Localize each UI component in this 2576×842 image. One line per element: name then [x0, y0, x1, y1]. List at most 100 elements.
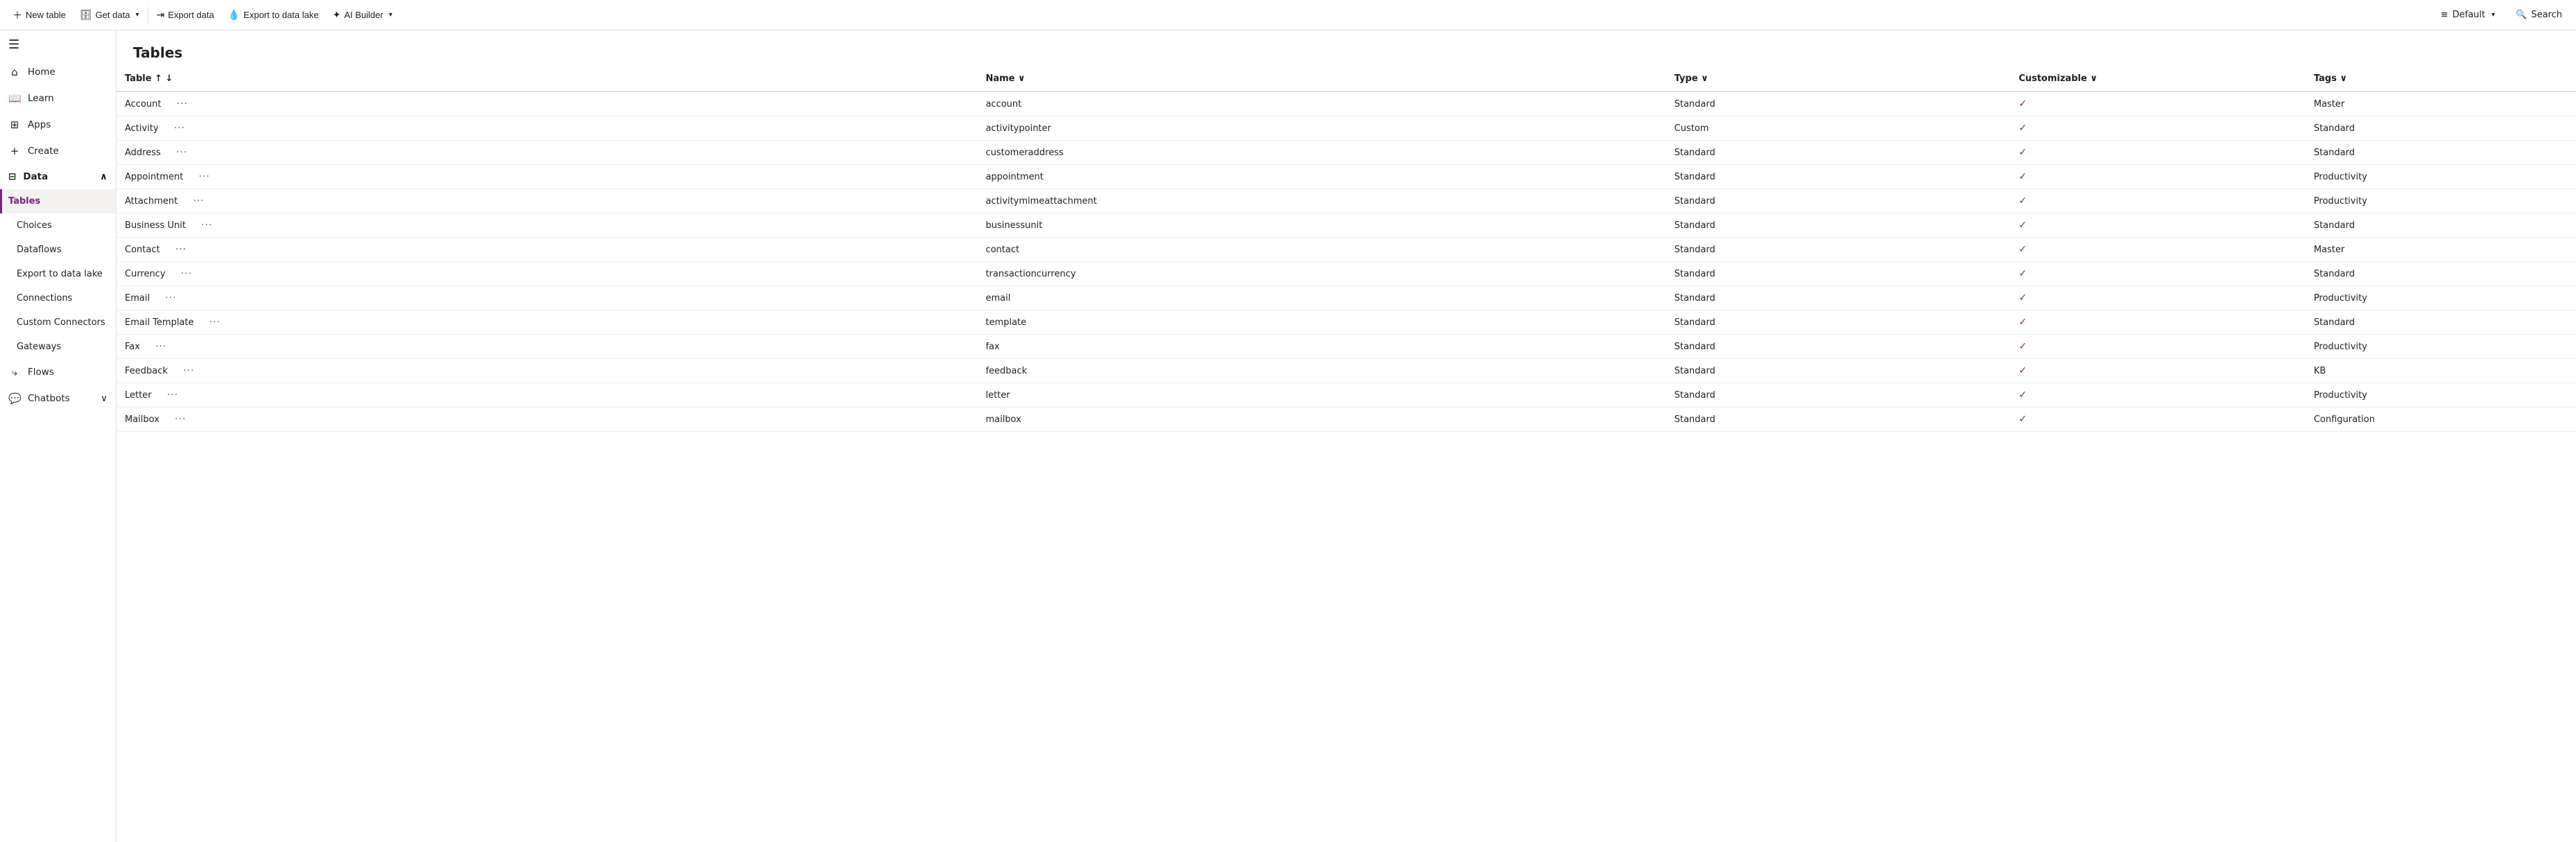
col-header-tags[interactable]: Tags ∨: [2306, 67, 2576, 91]
table-row[interactable]: Currency ··· transactioncurrency Standar…: [116, 262, 2576, 286]
sidebar-item-label: Apps: [28, 119, 51, 130]
row-menu-button[interactable]: ···: [172, 146, 191, 159]
home-icon: ⌂: [8, 66, 21, 78]
cell-table: Currency ···: [116, 262, 977, 286]
sidebar-item-export-lake[interactable]: Export to data lake: [0, 262, 116, 286]
check-icon: ✓: [2019, 292, 2027, 304]
search-button[interactable]: 🔍 Search: [2507, 6, 2570, 24]
col-header-type[interactable]: Type ∨: [1666, 67, 2011, 91]
table-row[interactable]: Contact ··· contact Standard ✓ Master: [116, 238, 2576, 262]
sidebar-section-data[interactable]: ⊟ Data ∧: [0, 164, 116, 189]
cell-type: Standard: [1666, 238, 2011, 262]
col-header-table[interactable]: Table ↑ ↓: [116, 67, 977, 91]
row-menu-button[interactable]: ···: [177, 267, 196, 281]
custom-sort-icon: ∨: [2090, 73, 2098, 84]
row-menu-button[interactable]: ···: [197, 218, 216, 232]
sidebar-item-custom-connectors[interactable]: Custom Connectors: [0, 310, 116, 335]
tables-table: Table ↑ ↓ Name ∨ Type ∨ Customizable ∨ T: [116, 67, 2576, 432]
cell-tags: Productivity: [2306, 189, 2576, 213]
sidebar-item-gateways[interactable]: Gateways: [0, 335, 116, 359]
row-menu-button[interactable]: ···: [205, 315, 225, 329]
cell-name: transactioncurrency: [977, 262, 1666, 286]
table-row[interactable]: Account ··· account Standard ✓ Master: [116, 91, 2576, 116]
table-row[interactable]: Mailbox ··· mailbox Standard ✓ Configura…: [116, 407, 2576, 432]
table-name: Attachment: [125, 196, 178, 207]
cell-customizable: ✓: [2010, 407, 2306, 432]
sidebar-section-label: Data: [23, 171, 48, 182]
row-menu-button[interactable]: ···: [171, 243, 191, 256]
check-icon: ✓: [2019, 365, 2027, 376]
sidebar-item-dataflows[interactable]: Dataflows: [0, 238, 116, 262]
table-row[interactable]: Fax ··· fax Standard ✓ Productivity: [116, 335, 2576, 359]
row-menu-button[interactable]: ···: [163, 388, 182, 402]
row-menu-button[interactable]: ···: [171, 412, 190, 426]
sidebar-item-learn[interactable]: 📖 Learn: [0, 85, 116, 112]
sidebar-item-choices[interactable]: Choices: [0, 213, 116, 238]
type-sort-icon: ∨: [1701, 73, 1709, 84]
sidebar-item-label: Choices: [17, 220, 52, 231]
table-row[interactable]: Email ··· email Standard ✓ Productivity: [116, 286, 2576, 310]
cell-name: appointment: [977, 165, 1666, 189]
ai-builder-button[interactable]: ✦ AI Builder ▾: [326, 5, 399, 25]
plus-icon: ＋: [12, 8, 22, 22]
cell-customizable: ✓: [2010, 91, 2306, 116]
row-menu-button[interactable]: ···: [161, 291, 180, 305]
sidebar-item-tables[interactable]: Tables: [0, 189, 116, 213]
table-row[interactable]: Activity ··· activitypointer Custom ✓ St…: [116, 116, 2576, 141]
row-menu-button[interactable]: ···: [173, 97, 192, 111]
new-table-button[interactable]: ＋ New table: [6, 4, 73, 26]
sidebar-item-label: Home: [28, 67, 55, 78]
apps-icon: ⊞: [8, 119, 21, 131]
chatbots-expand-icon: ∨: [101, 393, 107, 404]
cell-table: Address ···: [116, 141, 977, 165]
cell-type: Standard: [1666, 335, 2011, 359]
cell-customizable: ✓: [2010, 116, 2306, 141]
sidebar-item-flows[interactable]: ⤷ Flows: [0, 359, 116, 385]
cell-customizable: ✓: [2010, 213, 2306, 238]
default-button[interactable]: ≡ Default ▾: [2434, 6, 2502, 24]
row-menu-button[interactable]: ···: [179, 364, 198, 378]
check-icon: ✓: [2019, 317, 2027, 328]
sidebar-item-label: Learn: [28, 93, 54, 104]
table-sort-desc-icon: ↓: [166, 73, 173, 84]
row-menu-button[interactable]: ···: [170, 121, 189, 135]
table-row[interactable]: Address ··· customeraddress Standard ✓ S…: [116, 141, 2576, 165]
sidebar-item-home[interactable]: ⌂ Home: [0, 59, 116, 85]
cell-tags: Standard: [2306, 262, 2576, 286]
sidebar-item-label: Tables: [8, 196, 40, 207]
col-header-customizable[interactable]: Customizable ∨: [2010, 67, 2306, 91]
table-row[interactable]: Email Template ··· template Standard ✓ S…: [116, 310, 2576, 335]
hamburger-button[interactable]: ☰: [0, 30, 116, 59]
cell-table: Account ···: [116, 91, 977, 116]
cell-table: Letter ···: [116, 383, 977, 407]
database-icon: 🗄: [80, 9, 92, 21]
sidebar-item-create[interactable]: + Create: [0, 138, 116, 164]
sidebar-item-chatbots[interactable]: 💬 Chatbots ∨: [0, 385, 116, 412]
lake-icon: 💧: [228, 9, 240, 21]
sidebar-item-apps[interactable]: ⊞ Apps: [0, 112, 116, 138]
row-menu-button[interactable]: ···: [194, 170, 214, 184]
table-row[interactable]: Feedback ··· feedback Standard ✓ KB: [116, 359, 2576, 383]
table-row[interactable]: Appointment ··· appointment Standard ✓ P…: [116, 165, 2576, 189]
table-row[interactable]: Attachment ··· activitymimeattachment St…: [116, 189, 2576, 213]
export-lake-button[interactable]: 💧 Export to data lake: [221, 5, 326, 25]
main-content: Tables Table ↑ ↓ Name ∨ Type ∨: [116, 30, 2576, 842]
table-name: Fax: [125, 342, 140, 352]
cell-customizable: ✓: [2010, 141, 2306, 165]
cell-name: activitymimeattachment: [977, 189, 1666, 213]
table-row[interactable]: Business Unit ··· businessunit Standard …: [116, 213, 2576, 238]
cell-type: Standard: [1666, 91, 2011, 116]
row-menu-button[interactable]: ···: [189, 194, 208, 208]
data-collapse-icon: ∧: [100, 171, 107, 182]
get-data-button[interactable]: 🗄 Get data ▾: [73, 5, 146, 25]
export-data-button[interactable]: ⇥ Export data: [150, 5, 221, 25]
col-header-name[interactable]: Name ∨: [977, 67, 1666, 91]
cell-type: Standard: [1666, 262, 2011, 286]
sidebar-item-connections[interactable]: Connections: [0, 286, 116, 310]
table-name: Contact: [125, 245, 160, 255]
page-title: Tables: [116, 30, 2576, 67]
table-row[interactable]: Letter ··· letter Standard ✓ Productivit…: [116, 383, 2576, 407]
check-icon: ✓: [2019, 389, 2027, 401]
row-menu-button[interactable]: ···: [151, 340, 171, 353]
cell-name: template: [977, 310, 1666, 335]
